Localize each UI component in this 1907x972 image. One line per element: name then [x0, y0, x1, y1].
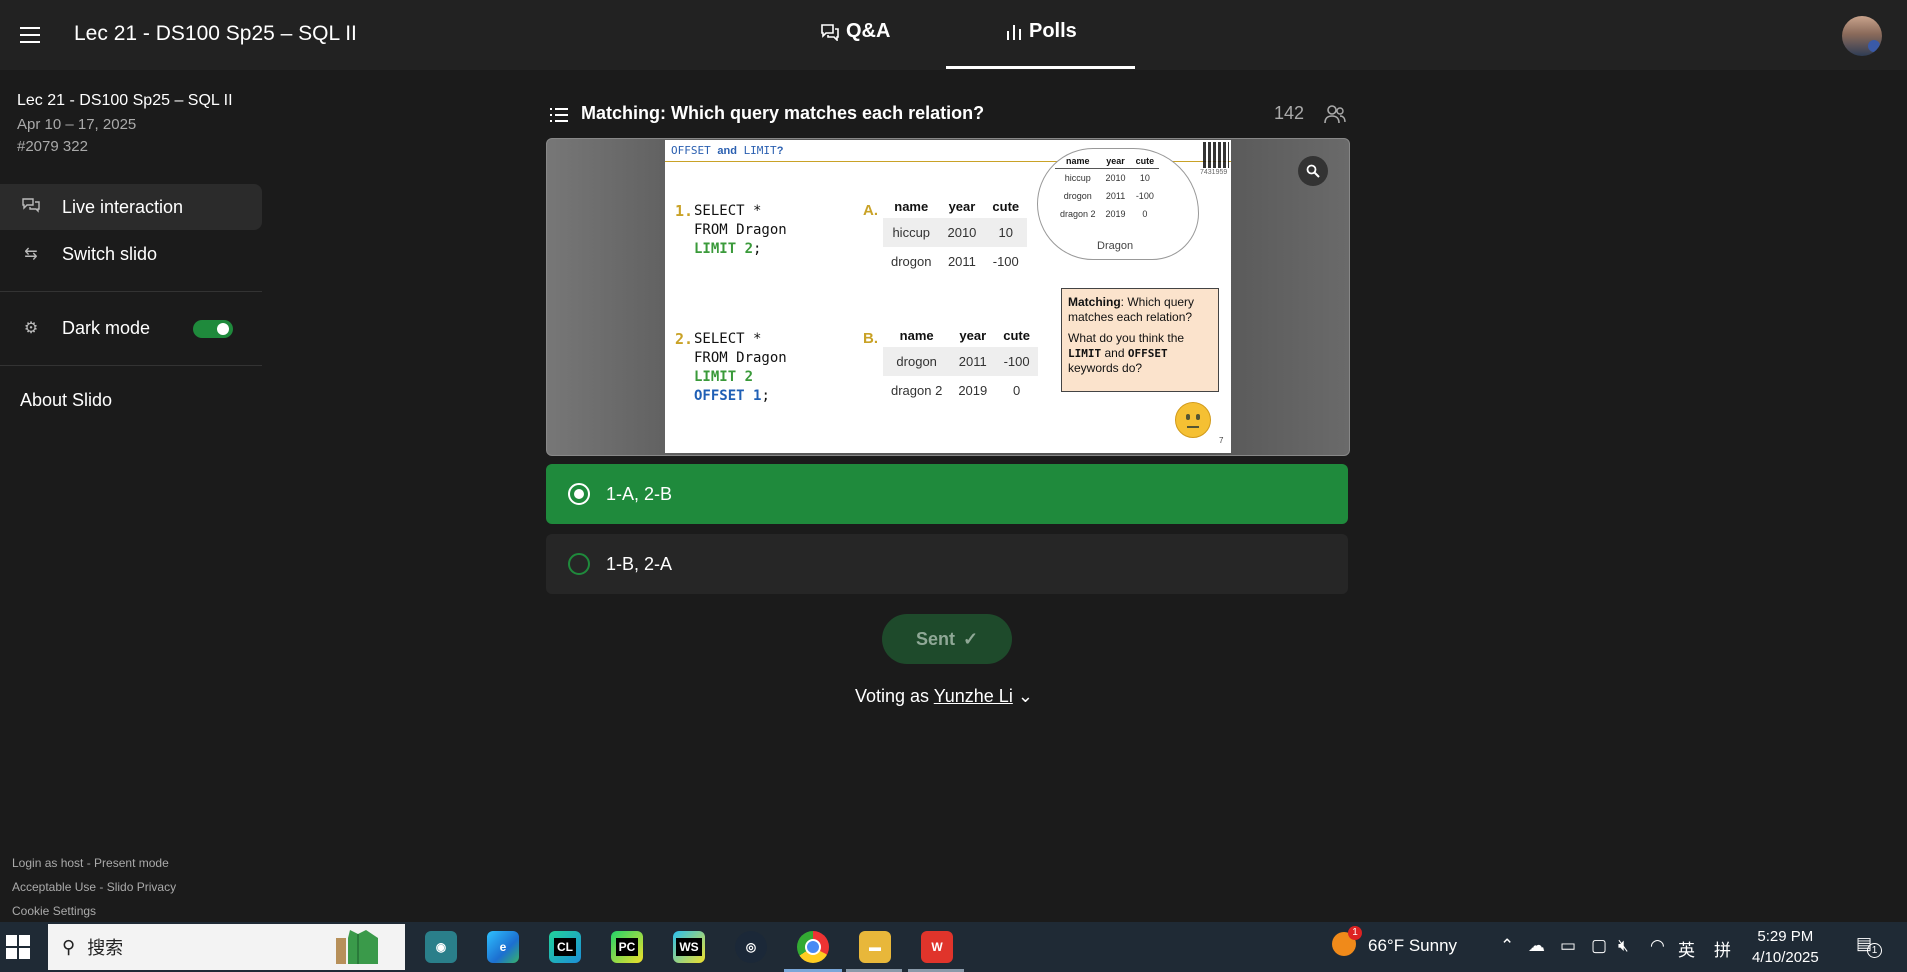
- search-icon: ⚲: [62, 936, 76, 957]
- chevron-down-icon[interactable]: ⌄: [1018, 686, 1033, 706]
- taskbar-file-explorer-icon[interactable]: ▬: [859, 931, 891, 963]
- chat-icon: [20, 197, 42, 218]
- windows-taskbar: ⚲ 搜索 ◉ e CL PC WS ◎ ▬ W 1 66°F Sunny ⌃ ☁…: [0, 922, 1907, 972]
- chat-bubbles-icon: [821, 23, 839, 41]
- sidebar-item-switch-slido[interactable]: ⇆ Switch slido: [0, 231, 262, 277]
- taskbar-app-brain-icon[interactable]: ◉: [425, 931, 457, 963]
- tab-polls-label: Polls: [1029, 20, 1077, 42]
- cookie-settings-link[interactable]: Cookie Settings: [12, 904, 96, 918]
- sidebar-item-live-interaction[interactable]: Live interaction: [0, 184, 262, 230]
- sidebar-divider: [0, 365, 262, 366]
- toggle-knob: [217, 323, 229, 335]
- bar-chart-icon: [1007, 24, 1021, 40]
- ime-mode[interactable]: 拼: [1714, 936, 1731, 961]
- query-1-number: 1.: [675, 202, 694, 220]
- slide-page-number: 7: [1219, 436, 1224, 445]
- tab-polls[interactable]: Polls: [1005, 20, 1077, 43]
- slide-note: Matching: Which query matches each relat…: [1061, 288, 1219, 392]
- avatar[interactable]: [1842, 16, 1882, 56]
- check-icon: ✓: [962, 628, 979, 649]
- chevron-up-icon[interactable]: ⌃: [1500, 936, 1514, 956]
- poll-option-label: 1-A, 2-B: [606, 483, 673, 504]
- ime-language[interactable]: 英: [1678, 936, 1695, 961]
- login-host-link[interactable]: Login as host - Present mode: [12, 856, 169, 870]
- notification-icon[interactable]: ▤ 1: [1856, 934, 1883, 958]
- taskbar-chrome-icon[interactable]: [797, 931, 829, 963]
- gear-icon: ⚙: [23, 320, 39, 337]
- taskbar-search-placeholder: 搜索: [87, 938, 124, 958]
- search-highlight-image: [332, 924, 384, 966]
- poll-option-2[interactable]: 1-B, 2-A: [546, 534, 1348, 594]
- query-1-code: SELECT * FROM Dragon LIMIT 2;: [694, 203, 787, 257]
- windows-start-icon[interactable]: [6, 935, 30, 959]
- taskbar-webstorm-icon[interactable]: WS: [673, 931, 705, 963]
- taskbar-clock[interactable]: 5:29 PM 4/10/2025: [1752, 926, 1819, 968]
- qr-code-icon: [1203, 142, 1229, 168]
- acceptable-use-link[interactable]: Acceptable Use - Slido Privacy: [12, 880, 176, 894]
- taskbar-steam-icon[interactable]: ◎: [735, 931, 767, 963]
- wifi-icon[interactable]: ◠: [1650, 936, 1665, 956]
- event-dates: Apr 10 – 17, 2025: [17, 116, 137, 133]
- radio-unselected-icon: [568, 553, 590, 575]
- tab-qa[interactable]: Q&A: [820, 20, 890, 43]
- battery-icon[interactable]: ▭: [1560, 936, 1576, 956]
- sidebar: Lec 21 - DS100 Sp25 – SQL II Apr 10 – 17…: [0, 70, 263, 922]
- onedrive-cloud-icon[interactable]: ☁: [1528, 936, 1545, 956]
- relation-a-label: A.: [863, 202, 878, 219]
- poll-question-header: Matching: Which query matches each relat…: [546, 103, 1346, 129]
- query-2-code: SELECT * FROM Dragon LIMIT 2 OFFSET 1;: [694, 331, 787, 404]
- sidebar-item-label: Dark mode: [62, 317, 151, 338]
- dragon-table-label: Dragon: [1097, 240, 1134, 252]
- event-code: #2079 322: [17, 138, 88, 155]
- poll-option-1[interactable]: 1-A, 2-B: [546, 464, 1348, 524]
- clock-date: 4/10/2025: [1752, 949, 1819, 966]
- taskbar-clion-icon[interactable]: CL: [549, 931, 581, 963]
- radio-selected-icon: [568, 483, 590, 505]
- taskbar-pycharm-icon[interactable]: PC: [611, 931, 643, 963]
- qr-number: 7431959: [1200, 169, 1228, 176]
- participant-count: 142: [1273, 103, 1304, 123]
- clock-time: 5:29 PM: [1757, 928, 1814, 945]
- account-badge-icon: [1868, 40, 1880, 52]
- sidebar-divider: [0, 291, 262, 292]
- taskbar-edge-icon[interactable]: e: [487, 931, 519, 963]
- magnifier-icon: [1306, 164, 1320, 178]
- sent-button[interactable]: Sent ✓: [882, 614, 1012, 664]
- sent-label: Sent: [915, 628, 955, 649]
- taskbar-wps-icon[interactable]: W: [921, 931, 953, 963]
- weather-text[interactable]: 66°F Sunny: [1368, 936, 1457, 956]
- sidebar-item-label: Switch slido: [62, 243, 158, 264]
- slide-header: OFFSET and LIMIT?: [671, 144, 784, 157]
- menu-icon[interactable]: [20, 27, 40, 43]
- device-icon[interactable]: ▢: [1591, 936, 1607, 956]
- list-icon: [550, 108, 568, 122]
- poll-question: Matching: Which query matches each relat…: [581, 103, 985, 123]
- about-slido-link[interactable]: About Slido: [20, 390, 112, 411]
- weather-icon[interactable]: 1: [1332, 926, 1362, 961]
- swap-arrows-icon: ⇆: [24, 246, 38, 263]
- voter-name-link[interactable]: Yunzhe Li: [934, 686, 1013, 706]
- active-tab-indicator: [946, 66, 1135, 69]
- event-title: Lec 21 - DS100 Sp25 – SQL II: [17, 92, 233, 109]
- relation-a-table: name year cute hiccup 2010 10 drogon 2011 -100: [883, 195, 1028, 276]
- poll-option-label: 1-B, 2-A: [606, 553, 673, 574]
- slide-image-frame[interactable]: OFFSET and LIMIT? 1. SELECT * FROM Drago…: [546, 138, 1350, 456]
- dark-mode-toggle[interactable]: [193, 320, 233, 338]
- participants-icon: [1324, 104, 1346, 129]
- thinking-emoji-icon: [1175, 402, 1211, 438]
- zoom-button[interactable]: [1298, 156, 1328, 186]
- relation-b-label: B.: [863, 330, 878, 347]
- sidebar-item-label: Live interaction: [62, 196, 184, 217]
- query-2-number: 2.: [675, 330, 694, 348]
- app-title: Lec 21 - DS100 Sp25 – SQL II: [74, 22, 357, 45]
- slide-image: OFFSET and LIMIT? 1. SELECT * FROM Drago…: [665, 140, 1231, 453]
- speaker-muted-icon[interactable]: 🔇︎: [1618, 936, 1629, 956]
- dragon-table: name year cute hiccup 2010 10 drogon 2011 -100…: [1055, 154, 1160, 223]
- top-bar: Lec 21 - DS100 Sp25 – SQL II Q&A Polls: [0, 0, 1907, 70]
- tab-qa-label: Q&A: [846, 20, 891, 42]
- voting-as: Voting as Yunzhe Li ⌄: [855, 686, 1033, 706]
- relation-b-table: name year cute drogon 2011 -100 dragon 2 2019…: [883, 324, 1038, 405]
